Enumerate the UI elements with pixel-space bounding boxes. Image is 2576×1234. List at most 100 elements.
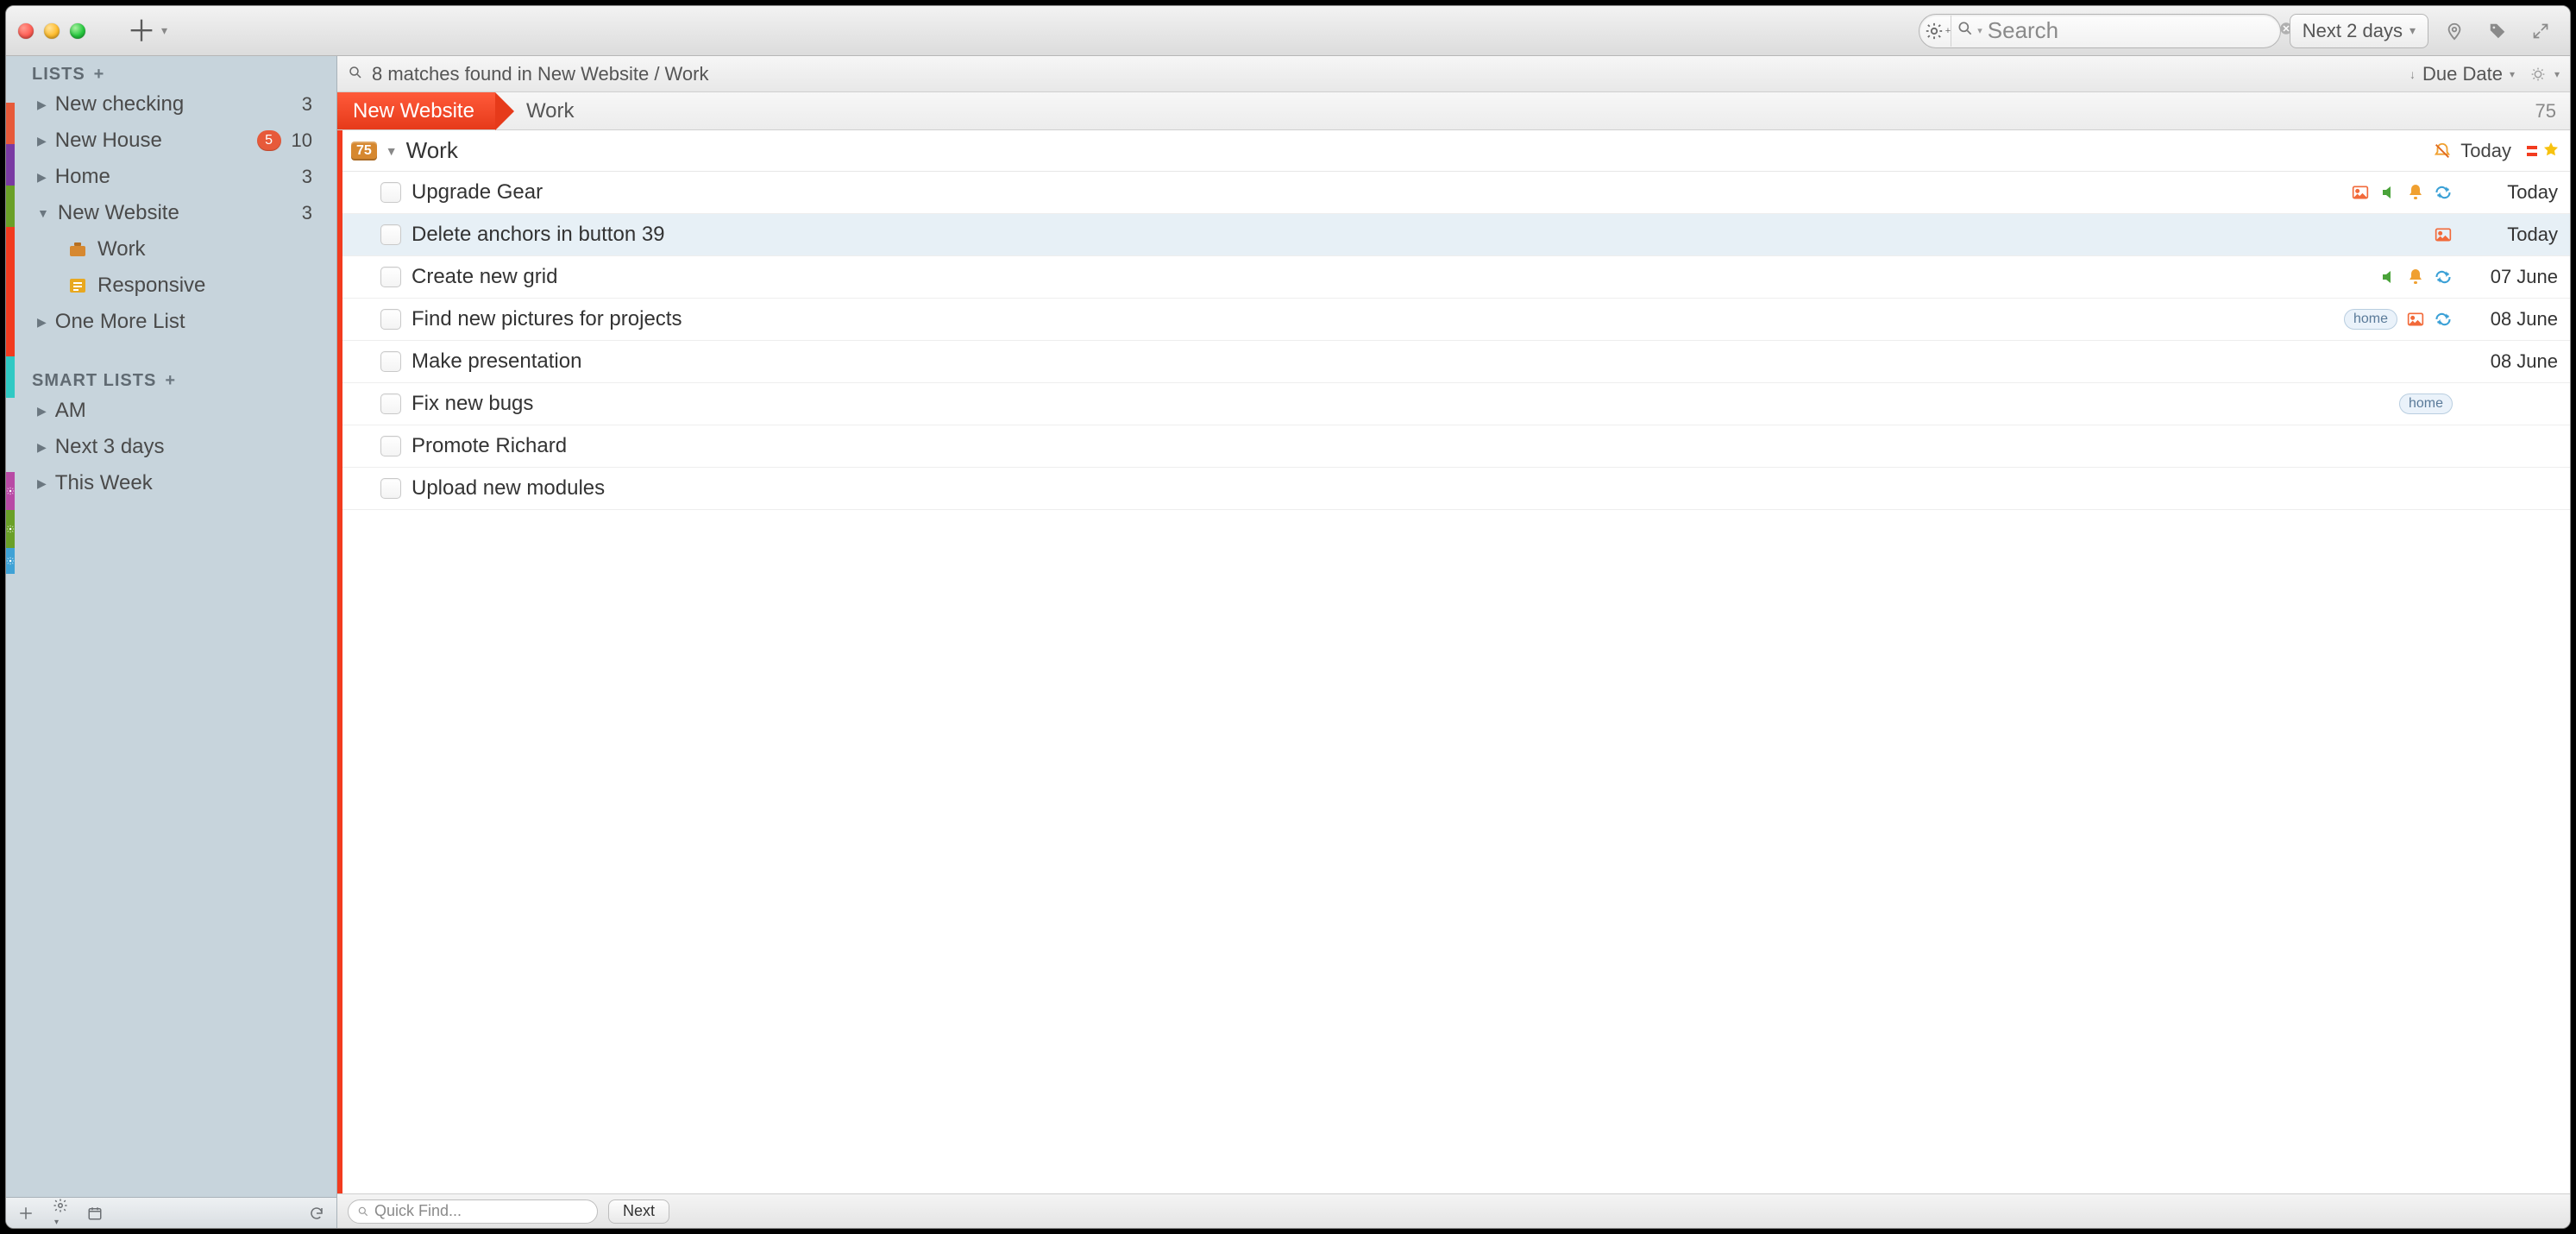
task-row[interactable]: Upgrade Gear Today [342, 172, 2570, 214]
search-scope-chevron-icon[interactable]: ▾ [1977, 25, 1982, 36]
zoom-window-button[interactable] [70, 23, 85, 39]
add-list-button[interactable]: + [94, 65, 105, 85]
sidebar: LISTS + ▶ New checking 3▶ New House 510▶… [6, 56, 337, 1228]
sidebar-item-label: New House [55, 129, 162, 153]
image-attachment-icon [2434, 225, 2453, 244]
briefcase-badge: 75 [351, 142, 377, 161]
sidebar-list-item[interactable]: ▶ New checking 3 [32, 86, 324, 123]
sidebar-footer: ▾ [6, 1197, 336, 1228]
task-title: Delete anchors in button 39 [412, 223, 665, 247]
sidebar-list-item[interactable]: ▼ New Website 3 [32, 195, 324, 231]
sort-direction-icon: ↓ [2410, 67, 2416, 81]
sidebar-smartlist-item[interactable]: ▶Next 3 days [32, 429, 324, 465]
task-row[interactable]: Make presentation 08 June [342, 341, 2570, 383]
sidebar-item-label: Responsive [97, 274, 205, 298]
task-checkbox[interactable] [380, 309, 401, 330]
task-checkbox[interactable] [380, 351, 401, 372]
footer-calendar-button[interactable] [87, 1206, 103, 1221]
sidebar-item-label: Home [55, 165, 110, 189]
sidebar-smartlist-item[interactable]: ▶ AM [32, 393, 324, 429]
task-group-due: Today [2460, 140, 2511, 162]
add-task-button[interactable]: ＋ ▾ [116, 16, 178, 47]
search-field[interactable]: + ▾ [1919, 14, 2281, 48]
breadcrumb-current-label: Work [526, 99, 575, 123]
reminder-icon [2406, 183, 2425, 202]
expand-button[interactable] [2523, 14, 2558, 48]
sidebar-list-item[interactable]: ▶ One More List [32, 304, 324, 340]
chevron-down-icon: ▾ [2410, 23, 2416, 38]
task-indicators: home [2399, 393, 2453, 414]
main-footer: Quick Find... Next [337, 1193, 2570, 1228]
task-checkbox[interactable] [380, 224, 401, 245]
task-due-date: Today [2463, 181, 2558, 204]
sidebar-list-item[interactable]: ▶ Home 3 [32, 159, 324, 195]
tag-button[interactable] [2480, 14, 2515, 48]
task-tag[interactable]: home [2399, 393, 2453, 414]
task-checkbox[interactable] [380, 478, 401, 499]
task-indicators [2351, 183, 2453, 202]
task-row[interactable]: Fix new bugs home [342, 383, 2570, 425]
search-input[interactable] [1986, 17, 2278, 44]
sidebar-item-label: New Website [58, 201, 179, 225]
breadcrumb-count: 75 [2535, 100, 2556, 123]
sidebar-item-label: One More List [55, 310, 185, 334]
task-row[interactable]: Delete anchors in button 39 Today [342, 214, 2570, 256]
results-header: 8 matches found in New Website / Work ↓ … [337, 56, 2570, 92]
close-window-button[interactable] [18, 23, 34, 39]
sidebar-item-label: AM [55, 399, 86, 423]
disclosure-triangle-icon: ▼ [37, 206, 49, 220]
mute-icon [2433, 142, 2452, 161]
breadcrumb-root[interactable]: New Website [337, 92, 495, 129]
task-checkbox[interactable] [380, 182, 401, 203]
search-icon [1957, 20, 1974, 41]
task-checkbox[interactable] [380, 393, 401, 414]
sidebar-list-item[interactable]: ▶ New House 510 [32, 123, 324, 159]
task-title: Find new pictures for projects [412, 307, 682, 331]
sort-dropdown[interactable]: ↓ Due Date ▾ [2410, 63, 2515, 85]
repeat-icon [2434, 268, 2453, 286]
audio-icon [2378, 268, 2397, 286]
sidebar-smartlists-header-label: SMART LISTS [32, 371, 156, 391]
task-row[interactable]: Create new grid 07 June [342, 256, 2570, 299]
item-count: 3 [302, 93, 312, 116]
sort-label: Due Date [2422, 63, 2503, 85]
task-title: Create new grid [412, 265, 557, 289]
minimize-window-button[interactable] [44, 23, 60, 39]
task-row[interactable]: Find new pictures for projects home 08 J… [342, 299, 2570, 341]
disclosure-triangle-icon: ▶ [37, 134, 47, 148]
sidebar-smartlist-item[interactable]: ▶This Week [32, 465, 324, 501]
repeat-icon [2434, 183, 2453, 202]
task-group-header[interactable]: 75 ▼ Work Today [342, 130, 2570, 172]
disclosure-triangle-icon: ▶ [37, 440, 47, 455]
disclosure-triangle-icon[interactable]: ▼ [386, 144, 398, 158]
disclosure-triangle-icon: ▶ [37, 404, 47, 419]
next-button[interactable]: Next [608, 1199, 669, 1224]
task-checkbox[interactable] [380, 267, 401, 287]
task-tag[interactable]: home [2344, 309, 2397, 330]
task-indicators: home [2344, 309, 2453, 330]
disclosure-triangle-icon: ▶ [37, 315, 47, 330]
sidebar-sublist-item[interactable]: Responsive [32, 268, 324, 304]
search-icon [348, 63, 363, 85]
task-row[interactable]: Upload new modules [342, 468, 2570, 510]
view-options-button[interactable]: ▾ [2529, 65, 2560, 84]
breadcrumb-root-label: New Website [353, 99, 474, 123]
location-button[interactable] [2437, 14, 2472, 48]
sidebar-sublist-item[interactable]: Work [32, 231, 324, 268]
add-smartlist-button[interactable]: + [165, 371, 176, 391]
item-count: 3 [302, 202, 312, 224]
sidebar-item-label: New checking [55, 92, 184, 116]
quick-find-field[interactable]: Quick Find... [348, 1199, 598, 1224]
item-count: 10 [292, 129, 312, 152]
audio-icon [2378, 183, 2397, 202]
footer-settings-button[interactable]: ▾ [53, 1198, 68, 1229]
task-checkbox[interactable] [380, 436, 401, 456]
date-filter-dropdown[interactable]: Next 2 days ▾ [2290, 14, 2428, 48]
task-indicators [2378, 268, 2453, 286]
task-row[interactable]: Promote Richard [342, 425, 2570, 468]
task-title: Promote Richard [412, 434, 567, 458]
breadcrumb-current[interactable]: Work [526, 99, 575, 123]
search-options-button[interactable]: + [1925, 16, 1951, 47]
footer-add-button[interactable] [18, 1206, 34, 1221]
footer-sync-button[interactable] [309, 1206, 324, 1221]
